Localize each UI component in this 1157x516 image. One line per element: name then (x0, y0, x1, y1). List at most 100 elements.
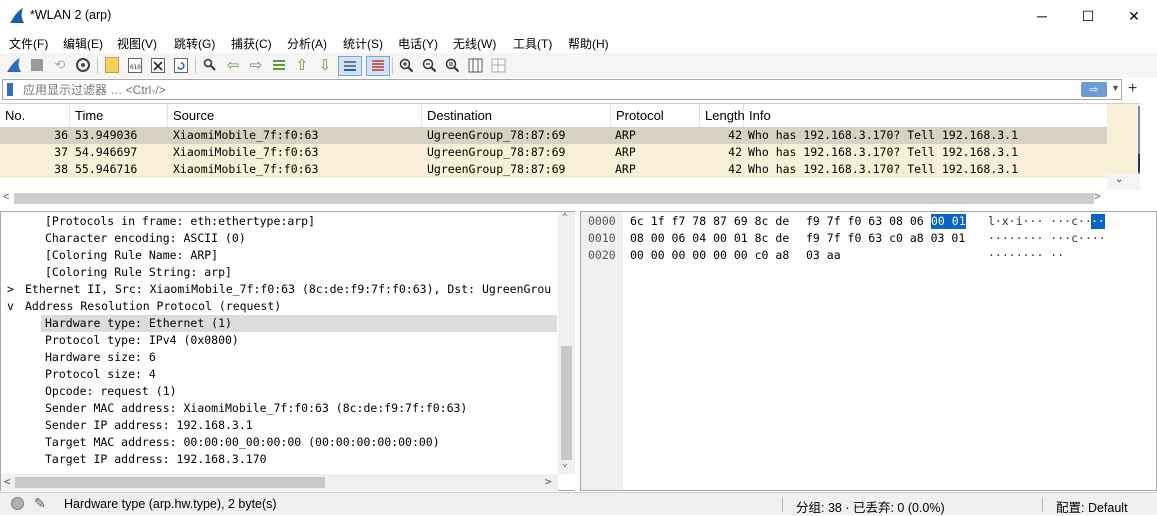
go-forward-icon[interactable]: ⇨ (247, 56, 265, 74)
packet-row[interactable]: 37 54.946697 XiaomiMobile_7f:f0:63 Ugree… (0, 144, 1107, 161)
detail-line-ethernet[interactable]: Ethernet II, Src: XiaomiMobile_7f:f0:63 … (25, 281, 551, 298)
col-length[interactable]: Length (700, 104, 745, 127)
menu-go[interactable]: 跳转(G) (174, 35, 215, 52)
hex-bytes-selected[interactable]: 00 01 (931, 214, 966, 229)
details-vscrollbar[interactable]: ⌃ ⌄ (558, 212, 575, 474)
stop-capture-icon[interactable] (28, 56, 46, 74)
hex-bytes[interactable]: f9 7f f0 63 08 06 (806, 214, 924, 229)
detail-line-arp[interactable]: Address Resolution Protocol (request) (25, 298, 281, 315)
detail-line[interactable]: Opcode: request (1) (45, 383, 177, 400)
hex-bytes[interactable]: 00 00 00 00 00 00 c0 a8 (630, 248, 789, 263)
col-source[interactable]: Source (168, 104, 422, 127)
details-vscroll-thumb[interactable] (561, 346, 572, 460)
close-file-icon[interactable] (149, 56, 167, 74)
menu-analyze[interactable]: 分析(A) (287, 35, 327, 52)
detail-expander-expanded-icon[interactable]: v (7, 298, 14, 315)
menu-statistics[interactable]: 统计(S) (343, 35, 383, 52)
menu-view[interactable]: 视图(V) (117, 35, 157, 52)
ascii-bytes[interactable]: ········ ···c···· (988, 231, 1106, 246)
detail-line[interactable]: [Coloring Rule Name: ARP] (45, 247, 218, 264)
restart-capture-icon[interactable]: ⟲ (51, 56, 69, 74)
menu-tools[interactable]: 工具(T) (513, 35, 552, 52)
ascii-bytes[interactable]: l·x·i··· ···c·· (988, 214, 1092, 229)
packet-row[interactable]: 38 55.946716 XiaomiMobile_7f:f0:63 Ugree… (0, 161, 1107, 178)
save-file-icon[interactable]: 010 (126, 56, 144, 74)
display-filter-input[interactable] (23, 82, 1073, 98)
hex-bytes[interactable]: 03 aa (806, 248, 841, 263)
go-back-icon[interactable]: ⇦ (224, 56, 242, 74)
detail-line[interactable]: Protocol size: 4 (45, 366, 156, 383)
packet-no: 36 (54, 128, 68, 142)
close-button[interactable]: ✕ (1111, 0, 1157, 32)
menu-help[interactable]: 帮助(H) (568, 35, 609, 52)
detail-line[interactable]: Sender MAC address: XiaomiMobile_7f:f0:6… (45, 400, 467, 417)
detail-line[interactable]: [Protocols in frame: eth:ethertype:arp] (45, 213, 315, 230)
packet-length: 42 (728, 145, 742, 159)
scroll-down-icon[interactable]: ⌄ (1115, 174, 1123, 185)
packet-destination: UgreenGroup_78:87:69 (427, 162, 566, 176)
scroll-right-icon[interactable]: > (545, 475, 552, 488)
minimize-button[interactable]: ─ (1019, 0, 1065, 32)
packet-row[interactable]: 36 53.949036 XiaomiMobile_7f:f0:63 Ugree… (0, 127, 1107, 144)
col-info[interactable]: Info (744, 104, 1107, 127)
resize-columns-icon[interactable] (466, 56, 484, 74)
packet-list: No. Time Source Destination Protocol Len… (0, 103, 1140, 207)
edit-comment-icon[interactable]: ✎ (34, 495, 46, 512)
apply-filter-button[interactable]: ⇨ (1081, 82, 1107, 97)
scroll-up-icon[interactable]: ⌃ (562, 212, 568, 223)
packet-list-hscrollbar[interactable]: < > (0, 190, 1107, 207)
open-file-icon[interactable] (103, 56, 121, 74)
scroll-down-icon[interactable]: ⌄ (562, 458, 568, 469)
menu-telephony[interactable]: 电话(Y) (398, 35, 438, 52)
hex-bytes[interactable]: 08 00 06 04 00 01 8c de (630, 231, 789, 246)
colorize-icon[interactable] (366, 56, 390, 76)
col-destination[interactable]: Destination (422, 104, 611, 127)
ascii-bytes[interactable]: ········ ·· (988, 248, 1064, 263)
packet-destination: UgreenGroup_78:87:69 (427, 128, 566, 142)
filter-bookmark-icon[interactable] (7, 83, 13, 96)
expert-info-icon[interactable] (11, 497, 24, 510)
detail-line[interactable]: Hardware size: 6 (45, 349, 156, 366)
details-hscrollbar[interactable]: < > (1, 474, 558, 491)
autoscroll-icon[interactable] (338, 56, 362, 76)
scroll-left-icon[interactable]: < (4, 475, 11, 488)
menu-capture[interactable]: 捕获(C) (231, 35, 272, 52)
zoom-in-icon[interactable] (397, 56, 415, 74)
go-to-packet-icon[interactable] (270, 56, 288, 74)
detail-line[interactable]: Target MAC address: 00:00:00_00:00:00 (0… (45, 434, 440, 451)
detail-line[interactable]: Protocol type: IPv4 (0x0800) (45, 332, 239, 349)
menu-wireless[interactable]: 无线(W) (453, 35, 496, 52)
col-time[interactable]: Time (70, 104, 168, 127)
start-capture-icon[interactable] (5, 56, 23, 74)
scroll-left-icon[interactable]: < (3, 191, 9, 203)
detail-line-selected[interactable]: Hardware type: Ethernet (1) (45, 315, 232, 332)
scroll-right-icon[interactable]: > (1094, 191, 1100, 203)
ascii-bytes-selected[interactable]: ·· (1091, 214, 1105, 229)
col-no[interactable]: No. (0, 104, 70, 127)
status-profile[interactable]: 配置: Default (1056, 497, 1128, 516)
menu-file[interactable]: 文件(F) (9, 35, 48, 52)
layout-icon[interactable] (489, 56, 507, 74)
packet-list-vscrollbar[interactable]: ⌄ (1107, 104, 1140, 190)
zoom-out-icon[interactable] (420, 56, 438, 74)
detail-expander-collapsed-icon[interactable]: > (7, 281, 14, 298)
detail-line[interactable]: [Coloring Rule String: arp] (45, 264, 232, 281)
reload-file-icon[interactable] (172, 56, 190, 74)
packet-list-hscroll-thumb[interactable] (14, 193, 1094, 204)
menu-edit[interactable]: 编辑(E) (63, 35, 103, 52)
go-first-packet-icon[interactable]: ⇧ (293, 56, 311, 74)
capture-options-icon[interactable] (74, 56, 92, 74)
maximize-button[interactable]: ☐ (1065, 0, 1111, 32)
find-packet-icon[interactable] (201, 56, 219, 74)
filter-dropdown-icon[interactable]: ▼ (1111, 83, 1120, 93)
detail-line[interactable]: Target IP address: 192.168.3.170 (45, 451, 267, 468)
col-protocol[interactable]: Protocol (611, 104, 700, 127)
details-hscroll-thumb[interactable] (15, 477, 325, 488)
normal-size-icon[interactable] (443, 56, 461, 74)
add-filter-button[interactable]: + (1128, 80, 1137, 98)
hex-bytes[interactable]: f9 7f f0 63 c0 a8 03 01 (806, 231, 965, 246)
go-last-packet-icon[interactable]: ⇩ (316, 56, 334, 74)
detail-line[interactable]: Character encoding: ASCII (0) (45, 230, 246, 247)
detail-line[interactable]: Sender IP address: 192.168.3.1 (45, 417, 253, 434)
hex-bytes[interactable]: 6c 1f f7 78 87 69 8c de (630, 214, 789, 229)
